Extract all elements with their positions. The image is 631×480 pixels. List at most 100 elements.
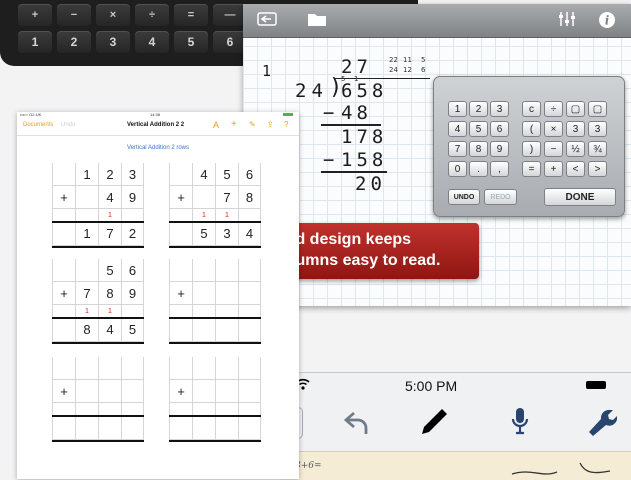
- grid-cell[interactable]: +: [169, 380, 192, 403]
- grid-cell[interactable]: 2: [98, 163, 121, 186]
- grid-cell[interactable]: 8: [238, 186, 261, 209]
- grid-cell[interactable]: 1: [75, 222, 98, 246]
- grid-cell[interactable]: [192, 186, 215, 209]
- grid-cell[interactable]: 7: [215, 186, 238, 209]
- key-5[interactable]: 5: [174, 31, 208, 53]
- grid-cell[interactable]: [98, 357, 121, 380]
- grid-cell[interactable]: [215, 259, 238, 282]
- text-format-icon[interactable]: A: [213, 120, 219, 130]
- keypad-key-1[interactable]: 1: [448, 101, 467, 117]
- keypad-key-half[interactable]: ½: [566, 141, 585, 157]
- grid-cell[interactable]: [52, 318, 75, 342]
- grid-cell[interactable]: [52, 222, 75, 246]
- grid-cell[interactable]: [215, 318, 238, 342]
- grid-cell[interactable]: [169, 163, 192, 186]
- grid-cell[interactable]: [169, 318, 192, 342]
- grid-cell[interactable]: [215, 357, 238, 380]
- key-1[interactable]: 1: [18, 31, 52, 53]
- keypad-key-6[interactable]: 6: [490, 121, 509, 137]
- grid-cell[interactable]: 3: [121, 163, 144, 186]
- grid-cell[interactable]: [52, 357, 75, 380]
- grid-cell[interactable]: [169, 259, 192, 282]
- grid-cell[interactable]: 5: [192, 222, 215, 246]
- keypad-key-three-quarters[interactable]: ¾: [588, 141, 607, 157]
- grid-cell[interactable]: 5: [98, 259, 121, 282]
- keypad-key-decimal[interactable]: .: [469, 161, 488, 177]
- grid-cell[interactable]: [215, 380, 238, 403]
- keypad-key-less-than[interactable]: <: [566, 161, 585, 177]
- new-sheet-icon[interactable]: [257, 11, 277, 32]
- grid-cell[interactable]: [238, 259, 261, 282]
- key-4[interactable]: 4: [135, 31, 169, 53]
- documents-button[interactable]: Documents: [23, 122, 53, 128]
- grid-cell[interactable]: [238, 357, 261, 380]
- keypad-key-3[interactable]: 3: [490, 101, 509, 117]
- grid-cell[interactable]: 5: [121, 318, 144, 342]
- folder-icon[interactable]: [307, 11, 327, 32]
- grid-cell[interactable]: +: [52, 380, 75, 403]
- settings-sliders-icon[interactable]: [557, 11, 577, 32]
- grid-cell[interactable]: [75, 380, 98, 403]
- keypad-key-divide[interactable]: ÷: [544, 101, 563, 117]
- wrench-settings-icon[interactable]: ✎: [249, 120, 256, 129]
- grid-cell[interactable]: [215, 416, 238, 440]
- grid-cell[interactable]: +: [52, 186, 75, 209]
- key-2[interactable]: 2: [57, 31, 91, 53]
- key-minus[interactable]: −: [57, 4, 91, 26]
- keypad-key-sub-3[interactable]: 3: [588, 121, 607, 137]
- keypad-key-close-paren[interactable]: ): [522, 141, 541, 157]
- keypad-key-minus[interactable]: −: [544, 141, 563, 157]
- keypad-key-sup-3[interactable]: 3: [566, 121, 585, 137]
- grid-cell[interactable]: [169, 357, 192, 380]
- grid-cell[interactable]: [75, 357, 98, 380]
- undo-icon[interactable]: [342, 410, 370, 441]
- grid-cell[interactable]: [238, 380, 261, 403]
- keypad-key-4[interactable]: 4: [448, 121, 467, 137]
- info-icon[interactable]: i: [598, 11, 616, 34]
- grid-cell[interactable]: 6: [238, 163, 261, 186]
- grid-cell[interactable]: 9: [121, 282, 144, 305]
- keypad-key-8[interactable]: 8: [469, 141, 488, 157]
- keypad-key-plus[interactable]: +: [544, 161, 563, 177]
- grid-cell[interactable]: 8: [98, 282, 121, 305]
- grid-cell[interactable]: [75, 259, 98, 282]
- grid-cell[interactable]: [121, 380, 144, 403]
- grid-cell[interactable]: [169, 416, 192, 440]
- grid-cell[interactable]: 7: [75, 282, 98, 305]
- grid-cell[interactable]: [238, 282, 261, 305]
- grid-cell[interactable]: 2: [121, 222, 144, 246]
- keypad-redo-button[interactable]: REDO: [484, 189, 517, 205]
- grid-cell[interactable]: [238, 416, 261, 440]
- grid-cell[interactable]: [98, 380, 121, 403]
- grid-cell[interactable]: +: [169, 186, 192, 209]
- keypad-key-5[interactable]: 5: [469, 121, 488, 137]
- microphone-icon[interactable]: [510, 407, 530, 442]
- keypad-key-0[interactable]: 0: [448, 161, 467, 177]
- grid-cell[interactable]: 7: [98, 222, 121, 246]
- pen-icon[interactable]: [418, 407, 448, 444]
- keypad-key-2[interactable]: 2: [469, 101, 488, 117]
- grid-cell[interactable]: [192, 380, 215, 403]
- grid-cell[interactable]: [52, 259, 75, 282]
- key-3[interactable]: 3: [96, 31, 130, 53]
- keypad-key-power[interactable]: ▢: [588, 101, 607, 117]
- grid-cell[interactable]: [215, 282, 238, 305]
- keypad-key-clear[interactable]: c: [522, 101, 541, 117]
- grid-cell[interactable]: [121, 357, 144, 380]
- keypad-key-open-paren[interactable]: (: [522, 121, 541, 137]
- grid-cell[interactable]: [75, 416, 98, 440]
- grid-cell[interactable]: [192, 282, 215, 305]
- share-icon[interactable]: ⇪: [267, 120, 274, 129]
- grid-cell[interactable]: 8: [75, 318, 98, 342]
- grid-cell[interactable]: [192, 357, 215, 380]
- key-plus[interactable]: +: [18, 4, 52, 26]
- grid-cell[interactable]: [52, 416, 75, 440]
- grid-cell[interactable]: [52, 163, 75, 186]
- grid-cell[interactable]: +: [52, 282, 75, 305]
- key-divide[interactable]: ÷: [135, 4, 169, 26]
- grid-cell[interactable]: [192, 259, 215, 282]
- wrench-icon[interactable]: [587, 407, 618, 442]
- grid-cell[interactable]: [192, 318, 215, 342]
- grid-cell[interactable]: [192, 416, 215, 440]
- key-multiply[interactable]: ×: [96, 4, 130, 26]
